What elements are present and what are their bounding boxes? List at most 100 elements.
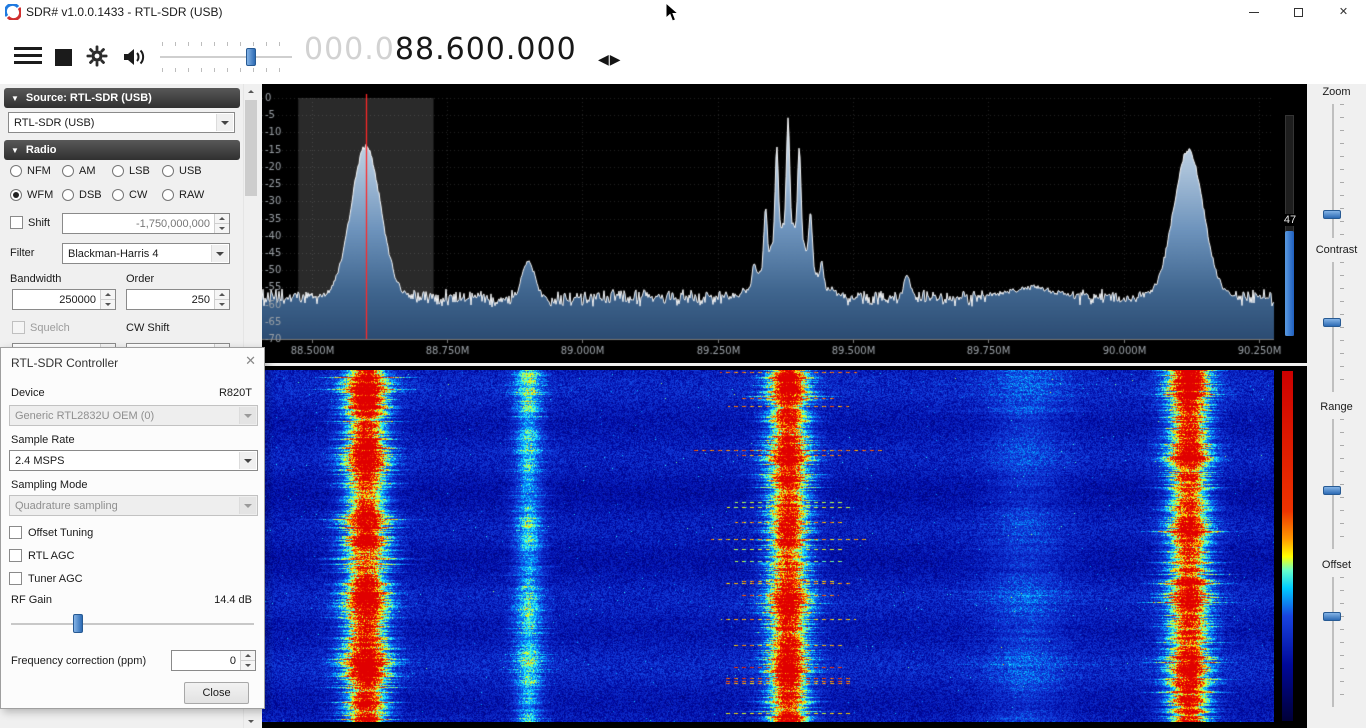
source-panel-header[interactable]: ▼ Source: RTL-SDR (USB) — [4, 88, 240, 108]
freq-correction-input[interactable]: 0 — [171, 650, 256, 671]
bandwidth-input[interactable]: 250000 — [12, 289, 116, 310]
spectrum-display[interactable]: 47 — [262, 84, 1307, 363]
speaker-icon — [121, 45, 147, 69]
tuner-agc-checkbox[interactable] — [9, 572, 22, 585]
device-chip-value: R820T — [219, 387, 252, 399]
squelch-checkbox[interactable] — [12, 321, 25, 334]
range-slider-ticks — [1340, 419, 1344, 549]
rf-gain-slider-thumb[interactable] — [73, 614, 83, 633]
menu-button[interactable] — [14, 47, 42, 68]
shift-checkbox[interactable] — [10, 216, 23, 229]
mode-label: CW — [129, 189, 147, 201]
offset-slider-thumb[interactable] — [1323, 612, 1341, 621]
tune-down-button[interactable]: ◀ — [598, 51, 609, 68]
rtl-agc-checkbox[interactable] — [9, 549, 22, 562]
scroll-down-icon[interactable] — [244, 714, 258, 728]
minimize-button[interactable] — [1231, 0, 1276, 24]
offset-tuning-checkbox[interactable] — [9, 526, 22, 539]
spectrum-canvas[interactable] — [262, 84, 1307, 363]
freq-correction-spinner[interactable] — [240, 651, 255, 670]
source-panel-title: Source: RTL-SDR (USB) — [26, 92, 152, 104]
dialog-title: RTL-SDR Controller — [11, 356, 118, 370]
order-label: Order — [126, 273, 154, 285]
offset-slider-ticks — [1340, 577, 1344, 707]
rf-gain-value: 14.4 dB — [214, 594, 252, 606]
tune-up-button[interactable]: ▶ — [610, 51, 621, 68]
close-window-button[interactable]: ✕ — [1321, 0, 1366, 24]
sample-rate-dropdown[interactable]: 2.4 MSPS — [9, 450, 258, 471]
spectrum-scrollbar-thumb[interactable] — [1285, 231, 1294, 336]
menu-icon — [14, 47, 42, 50]
range-slider-track[interactable] — [1332, 419, 1334, 549]
contrast-slider-ticks — [1340, 262, 1344, 392]
zoom-slider-thumb[interactable] — [1323, 210, 1341, 219]
radio-circle — [62, 165, 74, 177]
stop-button[interactable] — [55, 49, 73, 67]
range-slider-thumb[interactable] — [1323, 486, 1341, 495]
rf-gain-label: RF Gain — [11, 594, 52, 606]
window-title: SDR# v1.0.0.1433 - RTL-SDR (USB) — [26, 5, 223, 19]
maximize-button[interactable] — [1276, 0, 1321, 24]
filter-dropdown[interactable]: Blackman-Harris 4 — [62, 243, 230, 264]
waterfall-display[interactable] — [262, 366, 1307, 728]
offset-slider-track[interactable] — [1332, 577, 1334, 707]
mode-option-usb[interactable]: USB — [162, 164, 202, 178]
dropdown-arrow-icon — [216, 114, 233, 131]
volume-slider[interactable] — [158, 42, 294, 72]
mode-option-wfm[interactable]: WFM — [10, 188, 53, 202]
filter-label: Filter — [10, 247, 34, 259]
scrollbar-thumb[interactable] — [245, 100, 257, 196]
contrast-slider-track[interactable] — [1332, 262, 1334, 392]
source-device-dropdown[interactable]: RTL-SDR (USB) — [8, 112, 235, 133]
bandwidth-label: Bandwidth — [10, 273, 61, 285]
scroll-up-icon[interactable] — [244, 84, 258, 98]
dropdown-arrow-icon — [239, 407, 256, 424]
shift-spinner[interactable] — [214, 214, 229, 233]
radio-panel-header[interactable]: ▼ Radio — [4, 140, 240, 160]
minimize-icon — [1249, 12, 1259, 13]
radio-circle — [62, 189, 74, 201]
rtl-agc-label: RTL AGC — [28, 550, 74, 562]
mode-option-lsb[interactable]: LSB — [112, 164, 150, 178]
sampling-mode-value: Quadrature sampling — [15, 500, 118, 512]
radio-circle — [112, 189, 124, 201]
spectrum-scrollbar-value: 47 — [1278, 214, 1302, 226]
zoom-label: Zoom — [1307, 86, 1366, 98]
contrast-slider-thumb[interactable] — [1323, 318, 1341, 327]
frequency-value: 88.600.000 — [395, 32, 577, 67]
mode-option-nfm[interactable]: NFM — [10, 164, 51, 178]
sampling-mode-label: Sampling Mode — [11, 479, 87, 491]
volume-slider-ticks — [162, 68, 290, 72]
tuner-agc-label: Tuner AGC — [28, 573, 83, 585]
sampling-mode-dropdown[interactable]: Quadrature sampling — [9, 495, 258, 516]
dialog-close-icon[interactable]: ✕ — [245, 353, 256, 369]
mode-option-dsb[interactable]: DSB — [62, 188, 102, 202]
cw-shift-label: CW Shift — [126, 322, 169, 334]
waterfall-canvas[interactable] — [262, 370, 1274, 722]
frequency-leading-zeros: 000.0 — [304, 32, 395, 67]
volume-slider-thumb[interactable] — [246, 48, 256, 66]
mode-label: USB — [179, 165, 202, 177]
order-spinner[interactable] — [214, 290, 229, 309]
shift-input[interactable]: -1,750,000,000 — [62, 213, 230, 234]
mode-option-am[interactable]: AM — [62, 164, 96, 178]
tune-step-arrows: ◀ ▶ — [598, 51, 621, 68]
mode-option-raw[interactable]: RAW — [162, 188, 204, 202]
device-dropdown[interactable]: Generic RTL2832U OEM (0) — [9, 405, 258, 426]
gear-icon — [85, 44, 109, 68]
audio-mute-button[interactable] — [121, 45, 147, 72]
shift-value: -1,750,000,000 — [136, 218, 210, 230]
radio-circle — [10, 189, 22, 201]
bandwidth-spinner[interactable] — [100, 290, 115, 309]
mode-option-cw[interactable]: CW — [112, 188, 147, 202]
order-value: 250 — [192, 294, 210, 306]
stop-icon — [55, 49, 72, 66]
dropdown-arrow-icon — [211, 245, 228, 262]
waterfall-colorbar[interactable] — [1282, 371, 1293, 721]
rf-gain-slider-track[interactable] — [11, 623, 254, 625]
frequency-display[interactable]: 000.088.600.000 — [304, 32, 577, 67]
mode-label: NFM — [27, 165, 51, 177]
settings-button[interactable] — [85, 44, 109, 71]
order-input[interactable]: 250 — [126, 289, 230, 310]
close-dialog-button[interactable]: Close — [184, 682, 249, 704]
